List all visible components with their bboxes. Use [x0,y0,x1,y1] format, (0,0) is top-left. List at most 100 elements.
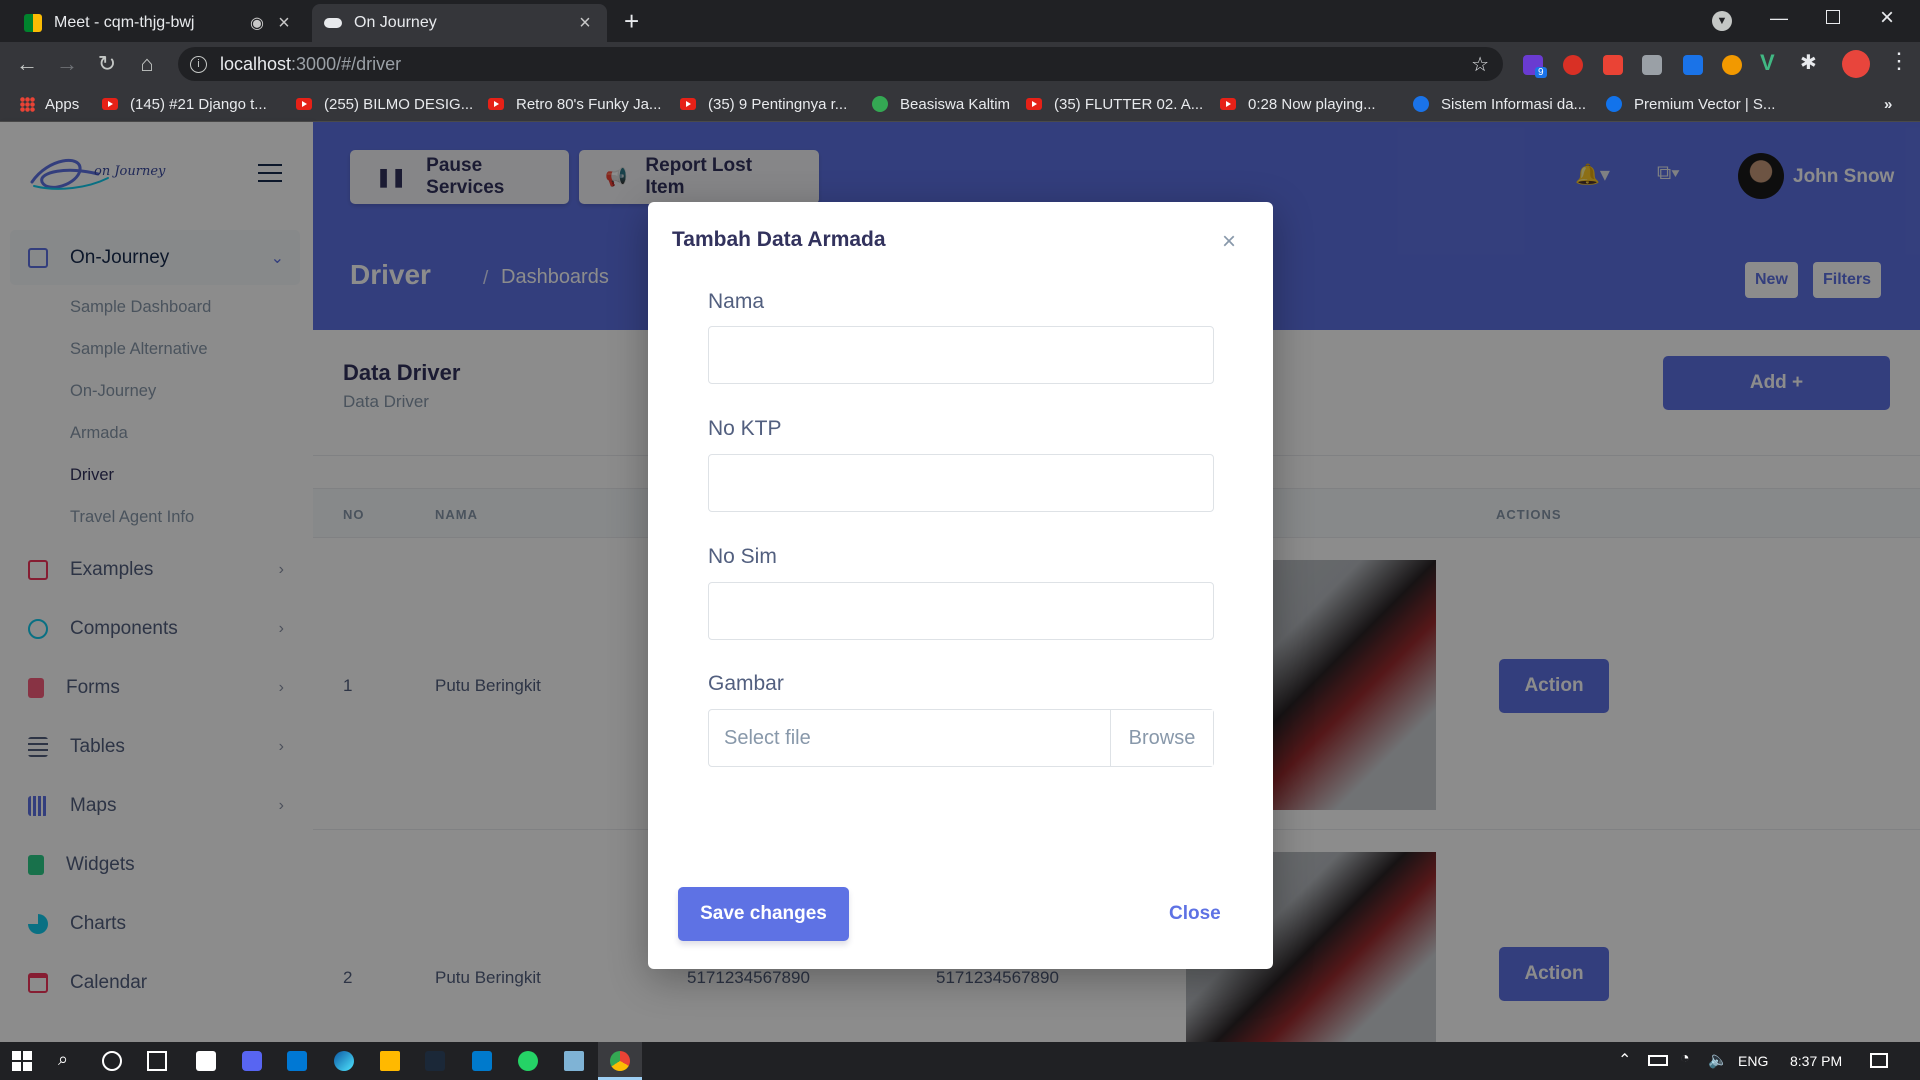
bookmark-star-icon[interactable]: ☆ [1471,52,1489,77]
chrome-icon [610,1051,630,1071]
puzzle-icon[interactable]: ✱ [1800,50,1817,75]
discord-icon[interactable] [242,1051,262,1071]
bookmark-item[interactable]: 0:28 Now playing... [1220,94,1376,114]
minimize-icon[interactable]: — [1770,8,1788,29]
youtube-icon [1220,98,1236,110]
cortana-icon[interactable] [102,1051,122,1071]
tab-on-journey[interactable]: On Journey × [312,4,607,42]
notifications-icon[interactable] [1870,1053,1888,1068]
search-icon[interactable]: ⌕ [58,1049,78,1069]
task-view-icon[interactable] [147,1051,167,1071]
no-ktp-label: No KTP [708,417,782,440]
new-tab-icon[interactable]: + [624,6,639,37]
profile-avatar-icon[interactable] [1842,50,1870,78]
bookmark-item[interactable]: Beasiswa Kaltim [872,94,1010,114]
browser-toolbar: ← → ↻ ⌂ i localhost:3000/#/driver ☆ 9 V … [0,42,1920,86]
close-tab-icon[interactable]: × [575,12,595,35]
file-explorer-icon[interactable] [380,1051,400,1071]
bookmark-item[interactable]: (145) #21 Django t... [102,94,267,114]
file-placeholder: Select file [724,726,811,749]
extension-icon[interactable] [1642,55,1662,75]
language-indicator[interactable]: ENG [1738,1053,1768,1069]
freepik-icon [1606,96,1622,112]
mail-icon[interactable] [287,1051,307,1071]
kebab-menu-icon[interactable]: ⋮ [1888,48,1910,74]
kaltim-icon [872,96,888,112]
gambar-label: Gambar [708,672,784,695]
bookmark-label: Retro 80's Funky Ja... [516,95,662,113]
more-bookmarks-icon[interactable]: » [1884,94,1892,114]
modal-dialog: Tambah Data Armada × Nama No KTP No Sim … [648,202,1273,969]
nama-label: Nama [708,290,765,313]
bookmark-label: Beasiswa Kaltim [900,95,1011,113]
bookmark-label: (255) BILMO DESIG... [324,95,474,113]
close-window-icon[interactable]: × [1880,4,1894,32]
bookmark-item[interactable]: Premium Vector | S... [1606,94,1775,114]
youtube-icon [102,98,118,110]
bookmark-apps[interactable]: Apps [20,94,79,114]
bookmark-item[interactable]: Sistem Informasi da... [1413,94,1586,114]
tab-title: Meet - cqm-thjg-bwj [54,14,195,31]
recording-icon: ◉ [250,15,264,32]
url-path: :3000/#/driver [291,53,402,74]
youtube-icon [680,98,696,110]
bookmark-item[interactable]: (255) BILMO DESIG... [296,94,473,114]
google-meet-icon [24,14,42,32]
edge-icon[interactable] [334,1051,354,1071]
browser-tab-strip: Meet - cqm-thjg-bwj ◉ × On Journey × + ▼… [0,0,1920,42]
vue-devtools-icon[interactable]: V [1760,50,1775,76]
bookmark-label: (35) 9 Pentingnya r... [708,95,848,113]
on-journey-favicon [324,18,342,28]
windows-taskbar: ⌕ ⌃ ◔ 🔈 ENG 8:37 PM [0,1042,1920,1080]
home-icon[interactable]: ⌂ [133,50,161,78]
clock[interactable]: 8:37 PM [1790,1053,1842,1069]
tab-search-icon[interactable]: ▼ [1712,11,1732,31]
apps-grid-icon [20,96,35,112]
vscode-icon[interactable] [472,1051,492,1071]
chrome-taskbar-button[interactable] [598,1042,642,1080]
forward-icon[interactable]: → [53,50,81,78]
battery-icon[interactable] [1648,1055,1668,1066]
bookmark-label: Premium Vector | S... [1634,95,1776,113]
no-sim-label: No Sim [708,545,777,568]
address-bar[interactable]: i localhost:3000/#/driver ☆ [178,47,1503,81]
bookmark-item[interactable]: Retro 80's Funky Ja... [488,94,661,114]
nama-field[interactable] [708,326,1214,384]
save-changes-button[interactable]: Save changes [678,887,849,941]
bookmark-label: Apps [45,95,80,113]
youtube-icon [1026,98,1042,110]
site-info-icon[interactable]: i [190,55,207,73]
close-tab-icon[interactable]: × [274,12,294,35]
bookmarks-bar: Apps (145) #21 Django t... (255) BILMO D… [0,86,1920,122]
no-ktp-field[interactable] [708,454,1214,512]
youtube-icon [296,98,312,110]
tab-meet[interactable]: Meet - cqm-thjg-bwj ◉ × [12,4,306,42]
browse-button[interactable]: Browse [1110,710,1213,766]
reload-icon[interactable]: ↻ [93,50,121,78]
extension-badge: 9 [1535,67,1547,78]
no-sim-field[interactable] [708,582,1214,640]
close-button[interactable]: Close [1169,903,1221,925]
extension-icon[interactable] [1683,55,1703,75]
steam-icon[interactable] [425,1051,445,1071]
bookmark-label: (35) FLUTTER 02. A... [1054,95,1204,113]
back-icon[interactable]: ← [13,50,41,78]
restore-icon[interactable] [1826,10,1840,24]
close-icon[interactable]: × [1222,228,1236,256]
bookmark-label: (145) #21 Django t... [130,95,267,113]
store-icon[interactable] [196,1051,216,1071]
bookmark-label: 0:28 Now playing... [1248,95,1376,113]
extension-icon[interactable] [1563,55,1583,75]
bookmark-item[interactable]: (35) 9 Pentingnya r... [680,94,847,114]
whatsapp-icon[interactable] [518,1051,538,1071]
bookmark-item[interactable]: (35) FLUTTER 02. A... [1026,94,1203,114]
url-host: localhost [220,53,292,74]
extension-icon[interactable] [1603,55,1623,75]
wifi-icon[interactable]: ◔ [1680,1050,1690,1068]
extension-icon[interactable] [1722,55,1742,75]
windows-start-icon[interactable] [12,1051,32,1071]
file-input[interactable]: Select file Browse [708,709,1214,767]
photos-icon[interactable] [564,1051,584,1071]
volume-icon[interactable]: 🔈 [1708,1050,1728,1070]
show-hidden-icons[interactable]: ⌃ [1618,1050,1631,1070]
